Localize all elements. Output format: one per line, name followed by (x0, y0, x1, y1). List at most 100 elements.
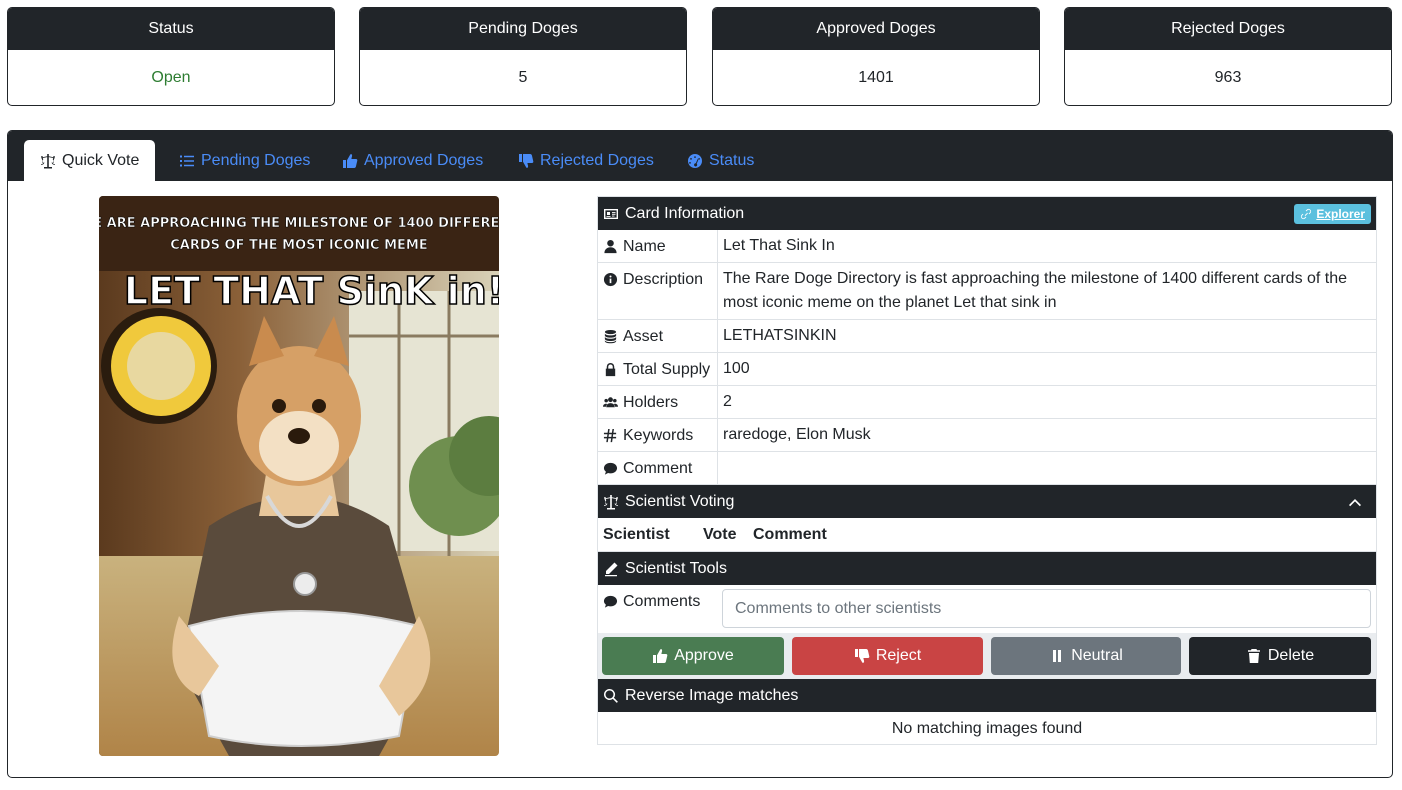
scale-icon (604, 494, 618, 509)
field-value-description: The Rare Doge Directory is fast approach… (723, 270, 1348, 311)
reject-label: Reject (875, 647, 922, 664)
scientist-tools-header: Scientist Tools (598, 552, 1376, 585)
stat-card-pending: Pending Doges 5 (359, 7, 687, 106)
explorer-label: Explorer (1316, 206, 1365, 221)
doge-illustration: WE ARE APPROACHING THE MILESTONE OF 1400… (99, 196, 499, 756)
reverse-image-title: Reverse Image matches (625, 686, 799, 704)
tab-rejected-doges[interactable]: Rejected Doges (502, 140, 670, 181)
comments-input[interactable] (722, 589, 1371, 628)
field-value-asset: LETHATSINKIN (723, 327, 837, 344)
tab-label: Quick Vote (62, 151, 140, 169)
scientist-voting-header[interactable]: Scientist Voting (598, 485, 1376, 518)
thumbs-up-icon (343, 153, 358, 168)
field-row-asset: Asset LETHATSINKIN (598, 320, 1376, 353)
lock-icon (605, 362, 616, 377)
col-scientist: Scientist (603, 525, 670, 543)
chevron-up-icon[interactable] (1347, 494, 1363, 510)
thumbs-down-icon (854, 649, 870, 663)
pencil-icon (605, 562, 618, 576)
field-value-holders: 2 (723, 393, 732, 410)
stat-card-approved: Approved Doges 1401 (712, 7, 1040, 106)
col-vote: Vote (703, 525, 737, 543)
delete-label: Delete (1267, 647, 1315, 664)
field-value-comment (718, 448, 728, 484)
list-icon (180, 155, 194, 166)
approve-label: Approve (674, 647, 734, 664)
tab-bar: Quick Vote Pending Doges Approved Doges … (8, 131, 1392, 181)
tab-label: Approved Doges (364, 151, 484, 169)
link-icon (1301, 208, 1312, 219)
col-comment: Comment (753, 525, 827, 543)
comment-icon (603, 462, 618, 475)
tab-quick-vote[interactable]: Quick Vote (24, 140, 156, 181)
field-row-holders: Holders 2 (598, 386, 1376, 419)
users-icon (603, 397, 618, 408)
reverse-image-header: Reverse Image matches (598, 679, 1376, 712)
field-label: Description (623, 271, 704, 288)
pause-icon (1053, 650, 1062, 662)
card-info-header: Card Information Explorer (598, 197, 1376, 230)
image-top-text-1: WE ARE APPROACHING THE MILESTONE OF 1400… (99, 216, 499, 231)
field-value-name: Let That Sink In (723, 237, 835, 254)
tab-label: Status (709, 151, 755, 169)
card-info-title: Card Information (625, 204, 745, 222)
thumbs-up-icon (653, 649, 668, 663)
field-label: Asset (623, 328, 664, 345)
scientist-tools-title: Scientist Tools (625, 559, 727, 577)
tab-label: Pending Doges (201, 151, 311, 169)
neutral-button[interactable]: Neutral (991, 637, 1181, 675)
stat-card-rejected: Rejected Doges 963 (1064, 7, 1392, 106)
hashtag-icon (603, 428, 617, 443)
main-card: Quick Vote Pending Doges Approved Doges … (7, 130, 1393, 778)
stat-value: 963 (1214, 69, 1242, 86)
field-label: Total Supply (623, 361, 711, 378)
field-row-keywords: Keywords raredoge, Elon Musk (598, 419, 1376, 452)
scientist-voting-title: Scientist Voting (625, 492, 735, 510)
thumbs-down-icon (519, 153, 534, 168)
scale-icon (41, 153, 55, 168)
info-panel: Card Information Explorer Name Let That … (597, 196, 1377, 745)
stat-card-status: Status Open (7, 7, 335, 106)
field-row-description: Description The Rare Doge Directory is f… (598, 263, 1376, 320)
trash-icon (1247, 649, 1260, 663)
field-value-supply: 100 (723, 360, 750, 377)
id-card-icon (604, 208, 618, 219)
field-row-comment: Comment (598, 452, 1376, 485)
field-value-keywords: raredoge, Elon Musk (723, 426, 871, 443)
delete-button[interactable]: Delete (1189, 637, 1371, 675)
image-headline: LET THAT SinK in! (124, 269, 499, 313)
tab-pending-doges[interactable]: Pending Doges (163, 140, 326, 181)
search-icon (604, 688, 618, 703)
no-matches-text: No matching images found (891, 719, 1083, 737)
tab-status[interactable]: Status (671, 140, 770, 181)
stat-value: 1401 (858, 69, 894, 86)
comments-label: Comments (623, 593, 701, 610)
stat-value: 5 (518, 69, 528, 86)
user-icon (604, 239, 617, 254)
comment-icon (603, 595, 618, 608)
stats-row: Status Open Pending Doges 5 Approved Dog… (7, 7, 1393, 106)
gauge-icon (688, 153, 702, 168)
tab-approved-doges[interactable]: Approved Doges (326, 140, 499, 181)
field-row-supply: Total Supply 100 (598, 353, 1376, 386)
field-label: Keywords (623, 427, 694, 444)
tab-label: Rejected Doges (540, 151, 654, 169)
field-label: Holders (623, 394, 679, 411)
stat-label: Pending Doges (360, 8, 686, 50)
card-image: WE ARE APPROACHING THE MILESTONE OF 1400… (99, 196, 499, 756)
vote-buttons: Approve Reject Neutral Delete (598, 633, 1376, 679)
stat-label: Rejected Doges (1065, 8, 1391, 50)
explorer-link[interactable]: Explorer (1294, 203, 1371, 224)
image-top-text-2: CARDS OF THE MOST ICONIC MEME (170, 238, 428, 253)
stat-label: Status (8, 8, 334, 50)
database-icon (604, 329, 617, 344)
stat-label: Approved Doges (713, 8, 1039, 50)
field-label: Name (623, 238, 666, 255)
stat-value: Open (151, 69, 191, 86)
approve-button[interactable]: Approve (602, 637, 784, 675)
neutral-label: Neutral (1071, 647, 1123, 664)
reject-button[interactable]: Reject (792, 637, 983, 675)
voting-table-header: Scientist Vote Comment (598, 518, 1376, 552)
field-label: Comment (623, 460, 693, 477)
info-circle-icon (603, 272, 618, 287)
